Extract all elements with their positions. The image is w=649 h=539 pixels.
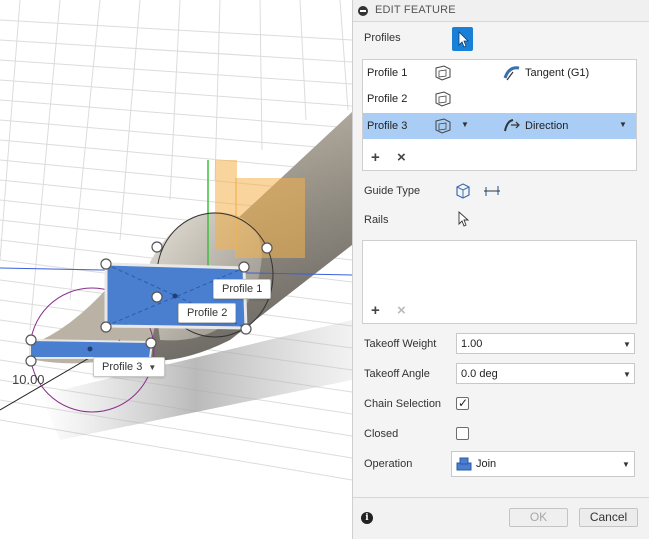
- profiles-list: Profile 1 Tangent (G1) Profile 2 Profile…: [362, 59, 637, 171]
- profile-row-name: Profile 1: [367, 67, 408, 79]
- operation-value: Join: [476, 458, 497, 470]
- chevron-down-icon[interactable]: ▼: [623, 370, 631, 379]
- profile-1-tag-text: Profile 1: [222, 283, 263, 295]
- dimension-label[interactable]: 10.00: [12, 372, 45, 387]
- operation-label: Operation: [364, 458, 413, 470]
- panel-header: EDIT FEATURE: [353, 0, 649, 22]
- model-canvas: [0, 0, 352, 481]
- closed-checkbox[interactable]: [456, 427, 469, 440]
- join-icon: [456, 457, 472, 471]
- profile-1-tag[interactable]: Profile 1: [213, 279, 272, 299]
- takeoff-angle-value: 0.0 deg: [461, 368, 498, 380]
- tangent-continuity-icon[interactable]: [503, 64, 521, 82]
- takeoff-weight-value: 1.00: [461, 338, 483, 350]
- profile-sketch-icon[interactable]: [434, 118, 452, 134]
- chevron-down-icon[interactable]: ▼: [148, 363, 156, 372]
- takeoff-weight-label: Takeoff Weight: [364, 338, 437, 350]
- profile-2-tag-text: Profile 2: [187, 307, 228, 319]
- profiles-label: Profiles: [364, 32, 401, 44]
- chevron-down-icon[interactable]: ▼: [619, 120, 627, 129]
- ok-button[interactable]: OK: [509, 508, 568, 527]
- guide-rails-icon[interactable]: [454, 182, 472, 200]
- chevron-down-icon[interactable]: ▼: [623, 340, 631, 349]
- closed-label: Closed: [364, 428, 399, 440]
- profile-sketch-icon[interactable]: [434, 91, 452, 107]
- profile-row-name: Profile 2: [367, 93, 408, 105]
- profile-3-tag-text: Profile 3: [102, 361, 143, 373]
- rails-list: + ×: [362, 240, 637, 324]
- orange-plane-back: [215, 160, 237, 250]
- remove-rail-icon: ×: [397, 302, 406, 319]
- remove-profile-icon[interactable]: ×: [397, 150, 406, 165]
- profile-3-tag[interactable]: Profile 3 ▼: [93, 357, 166, 377]
- profile-row-2[interactable]: Profile 2: [363, 86, 636, 112]
- continuity-value: Direction: [525, 120, 569, 132]
- profile-sketch-icon[interactable]: [434, 65, 452, 81]
- collapse-icon[interactable]: [358, 6, 368, 16]
- centerline-icon[interactable]: [483, 182, 501, 200]
- cursor-arrow-icon[interactable]: [457, 211, 471, 229]
- cursor-arrow-icon: [458, 31, 469, 48]
- profile-row-3[interactable]: Profile 3 ▼ Direction ▼: [363, 113, 636, 139]
- profile-row-1[interactable]: Profile 1 Tangent (G1): [363, 60, 636, 86]
- profile-row-name: Profile 3: [367, 120, 408, 132]
- takeoff-angle-input[interactable]: 0.0 deg: [456, 363, 635, 384]
- chain-selection-label: Chain Selection: [364, 398, 442, 410]
- profile-2-tag[interactable]: Profile 2: [178, 303, 237, 323]
- chevron-down-icon[interactable]: ▼: [461, 120, 469, 129]
- info-icon[interactable]: i: [361, 512, 373, 524]
- 3d-viewport[interactable]: 10.00 Profile 1 Profile 2 Profile 3 ▼: [0, 0, 352, 539]
- profile-select-button[interactable]: [452, 27, 473, 51]
- add-profile-icon[interactable]: +: [371, 150, 380, 165]
- cancel-button[interactable]: Cancel: [579, 508, 638, 527]
- add-rail-icon[interactable]: +: [371, 303, 380, 318]
- panel-footer: i OK Cancel: [353, 497, 649, 539]
- edit-feature-panel: EDIT FEATURE Profiles Profile 1 Tangent …: [352, 0, 649, 539]
- direction-continuity-icon[interactable]: [503, 117, 521, 135]
- chain-selection-checkbox[interactable]: [456, 396, 469, 410]
- panel-title: EDIT FEATURE: [375, 4, 456, 16]
- guide-type-label: Guide Type: [364, 185, 421, 197]
- takeoff-weight-input[interactable]: 1.00: [456, 333, 635, 354]
- operation-select[interactable]: Join ▼: [451, 451, 635, 477]
- rails-label: Rails: [364, 214, 389, 226]
- takeoff-angle-label: Takeoff Angle: [364, 368, 430, 380]
- continuity-value: Tangent (G1): [525, 67, 590, 79]
- chevron-down-icon: ▼: [622, 460, 630, 469]
